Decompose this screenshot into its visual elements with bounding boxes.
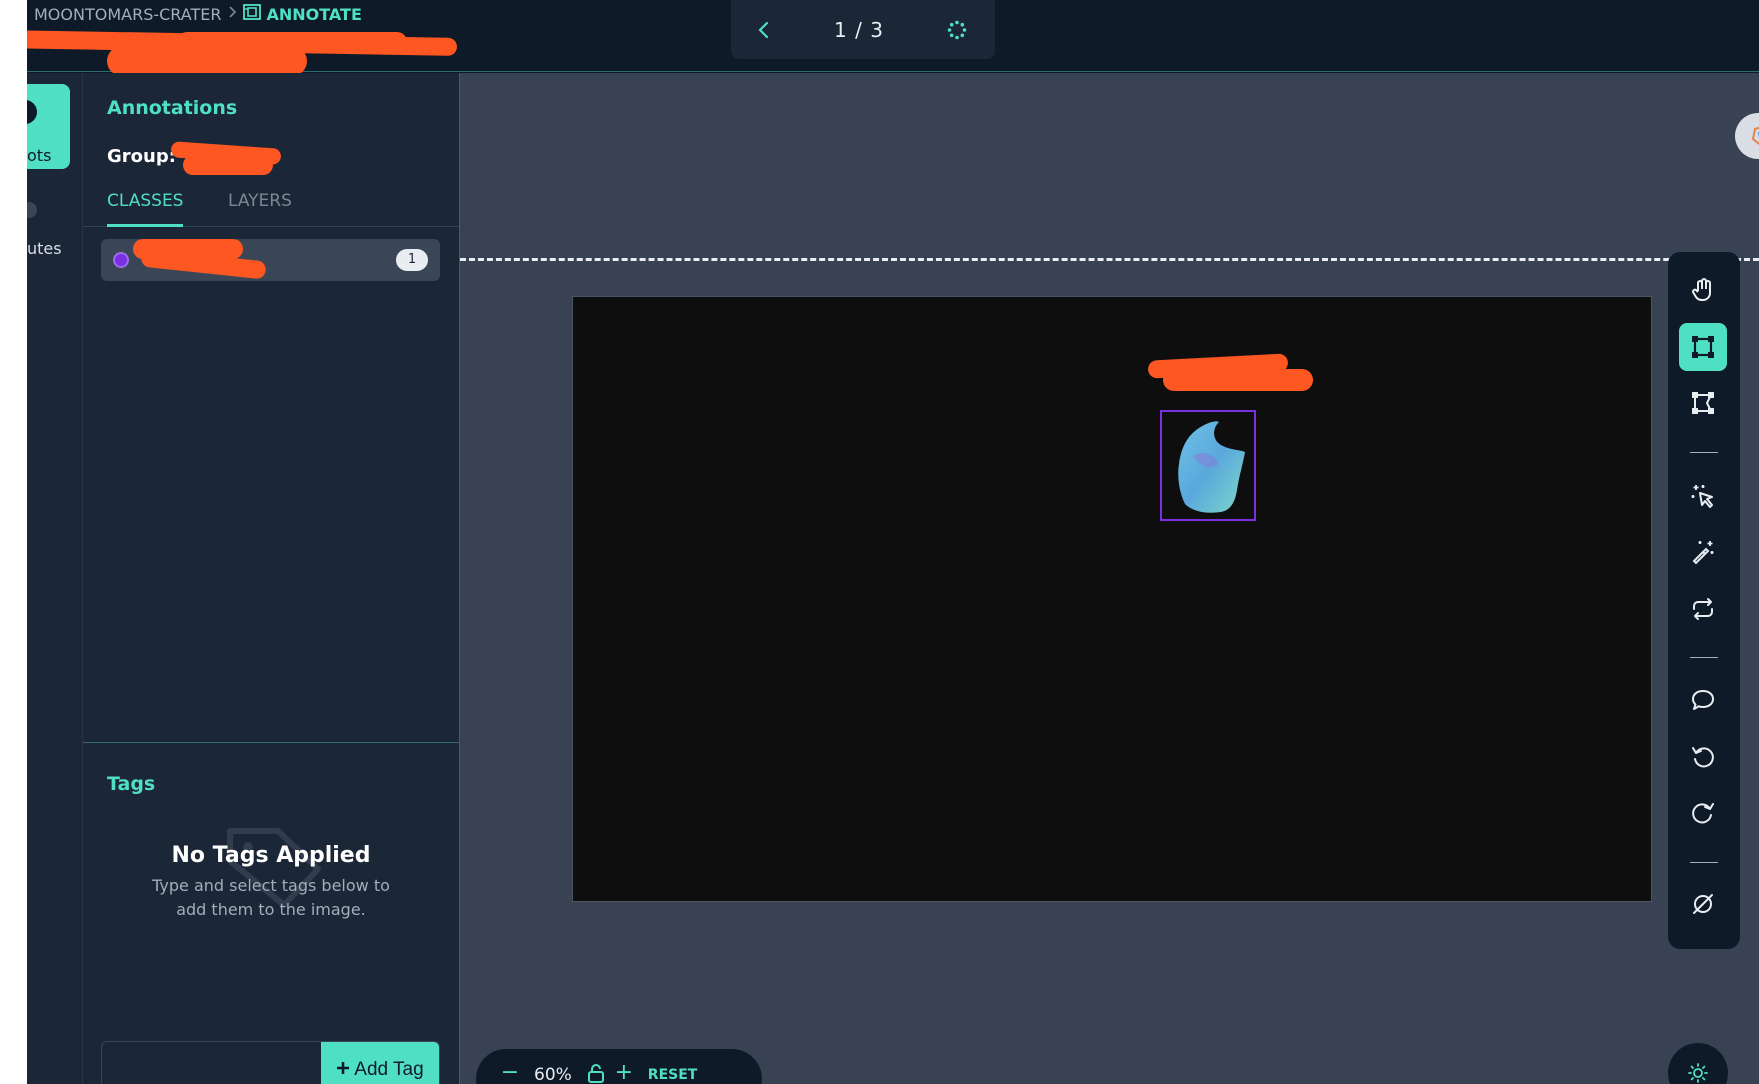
panel-divider (83, 742, 459, 743)
left-rail: ots utes (27, 73, 83, 1084)
sun-icon (1688, 1063, 1708, 1083)
toolbar-divider (1690, 862, 1718, 863)
smart-select-tool[interactable] (1679, 472, 1727, 520)
top-header: MOONTOMARS-CRATER ANNOTATE 1 / 3 (27, 0, 1759, 76)
attributes-icon (27, 202, 37, 218)
magic-wand-tool[interactable] (1679, 528, 1727, 576)
annotations-icon (27, 100, 37, 124)
zoom-in-icon[interactable]: + (610, 1062, 638, 1084)
tags-empty-line2: add them to the image. (176, 900, 366, 919)
breadcrumb: MOONTOMARS-CRATER ANNOTATE (34, 4, 362, 24)
undo-tool[interactable] (1679, 733, 1727, 781)
comment-tool[interactable] (1679, 676, 1727, 724)
class-count-badge: 1 (396, 249, 428, 271)
lock-icon[interactable] (582, 1063, 610, 1084)
panel-title: Annotations (107, 97, 238, 119)
extension-icon (1751, 126, 1759, 146)
redaction-mark (1163, 369, 1313, 391)
comment-icon (1692, 690, 1714, 710)
tab-classes[interactable]: CLASSES (107, 183, 184, 227)
add-tag-button[interactable]: Add Tag (321, 1042, 439, 1084)
class-list-item[interactable]: 1 (101, 239, 440, 281)
tool-palette (1668, 252, 1740, 949)
annotations-panel: Annotations Group: CLASSES LAYERS 1 Tags… (83, 73, 460, 1084)
rail-item-label: utes (27, 239, 62, 258)
group-label: Group: (107, 146, 176, 167)
canvas-guide-line (460, 258, 1759, 261)
hand-tool[interactable] (1679, 266, 1727, 314)
image-pager: 1 / 3 (731, 0, 995, 59)
rail-item-label: ots (27, 146, 52, 165)
tag-input[interactable] (102, 1042, 322, 1084)
add-tag-label: Add Tag (354, 1059, 424, 1080)
smart-select-icon (1691, 485, 1713, 508)
zoom-reset-button[interactable]: RESET (648, 1063, 698, 1084)
zoom-controls: − 60% + RESET (476, 1049, 762, 1084)
tags-empty-line1: Type and select tags below to (152, 876, 390, 895)
polygon-tool[interactable] (1679, 379, 1727, 427)
breadcrumb-current-label: ANNOTATE (266, 4, 362, 24)
hide-icon (1693, 894, 1713, 914)
hide-annotations-tool[interactable] (1679, 880, 1727, 928)
class-color-swatch (113, 252, 129, 268)
repeat-icon (1693, 598, 1713, 620)
toolbar-divider (1690, 657, 1718, 658)
chevron-left-icon[interactable] (757, 20, 771, 40)
breadcrumb-project[interactable]: MOONTOMARS-CRATER (34, 5, 221, 24)
tags-empty-state: No Tags Applied Type and select tags bel… (83, 828, 459, 922)
bounding-box-tool[interactable] (1679, 323, 1727, 371)
undo-icon (1692, 747, 1714, 768)
breadcrumb-current: ANNOTATE (243, 4, 362, 24)
object-region (1171, 420, 1249, 518)
plus-icon (336, 1059, 350, 1081)
tag-input-group: Add Tag (101, 1041, 440, 1084)
tab-layers[interactable]: LAYERS (228, 183, 292, 227)
chevron-right-icon (227, 6, 237, 22)
polygon-icon (1692, 392, 1714, 414)
magic-wand-icon (1692, 541, 1714, 565)
bounding-box-icon (1692, 336, 1714, 358)
zoom-out-icon[interactable]: − (496, 1062, 524, 1084)
tags-empty-heading: No Tags Applied (171, 843, 371, 868)
redaction-mark (177, 32, 407, 52)
rail-item-annotations[interactable]: ots (27, 84, 70, 169)
annotate-app: MOONTOMARS-CRATER ANNOTATE 1 / 3 ots ute… (27, 0, 1759, 1084)
hand-icon (1692, 278, 1711, 301)
panel-tabs: CLASSES LAYERS (83, 183, 459, 227)
toolbar-divider (1690, 452, 1718, 453)
repeat-tool[interactable] (1679, 585, 1727, 633)
annotation-canvas[interactable]: − 60% + RESET (460, 73, 1759, 1084)
redo-icon (1692, 803, 1714, 824)
zoom-value: 60% (534, 1065, 572, 1084)
annotate-icon (243, 4, 262, 24)
redaction-mark (183, 155, 273, 175)
loading-spinner-icon (947, 20, 967, 40)
pager-count: 1 / 3 (834, 17, 884, 42)
tags-title: Tags (107, 773, 156, 795)
redo-tool[interactable] (1679, 789, 1727, 837)
extension-button[interactable] (1735, 113, 1759, 159)
annotated-image[interactable] (572, 296, 1652, 902)
